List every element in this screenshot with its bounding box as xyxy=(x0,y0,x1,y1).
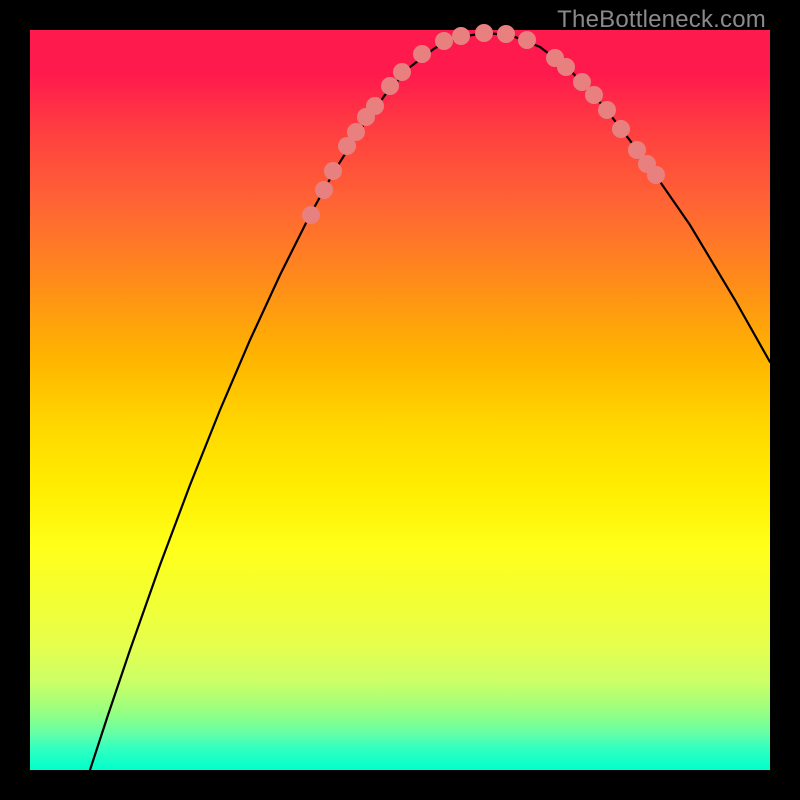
marker-point xyxy=(475,24,493,42)
marker-point xyxy=(315,181,333,199)
marker-point xyxy=(557,58,575,76)
marker-point xyxy=(518,31,536,49)
marker-point xyxy=(413,45,431,63)
marker-point xyxy=(647,166,665,184)
marker-point xyxy=(381,77,399,95)
marker-group xyxy=(302,24,665,224)
chart-frame: TheBottleneck.com xyxy=(0,0,800,800)
marker-point xyxy=(347,123,365,141)
marker-point xyxy=(435,32,453,50)
marker-point xyxy=(497,25,515,43)
marker-point xyxy=(302,206,320,224)
marker-point xyxy=(366,97,384,115)
marker-point xyxy=(598,101,616,119)
plot-area xyxy=(30,30,770,770)
marker-point xyxy=(324,162,342,180)
marker-point xyxy=(452,27,470,45)
marker-point xyxy=(585,86,603,104)
bottleneck-curve xyxy=(90,33,770,770)
chart-svg xyxy=(30,30,770,770)
marker-point xyxy=(612,120,630,138)
marker-point xyxy=(393,63,411,81)
